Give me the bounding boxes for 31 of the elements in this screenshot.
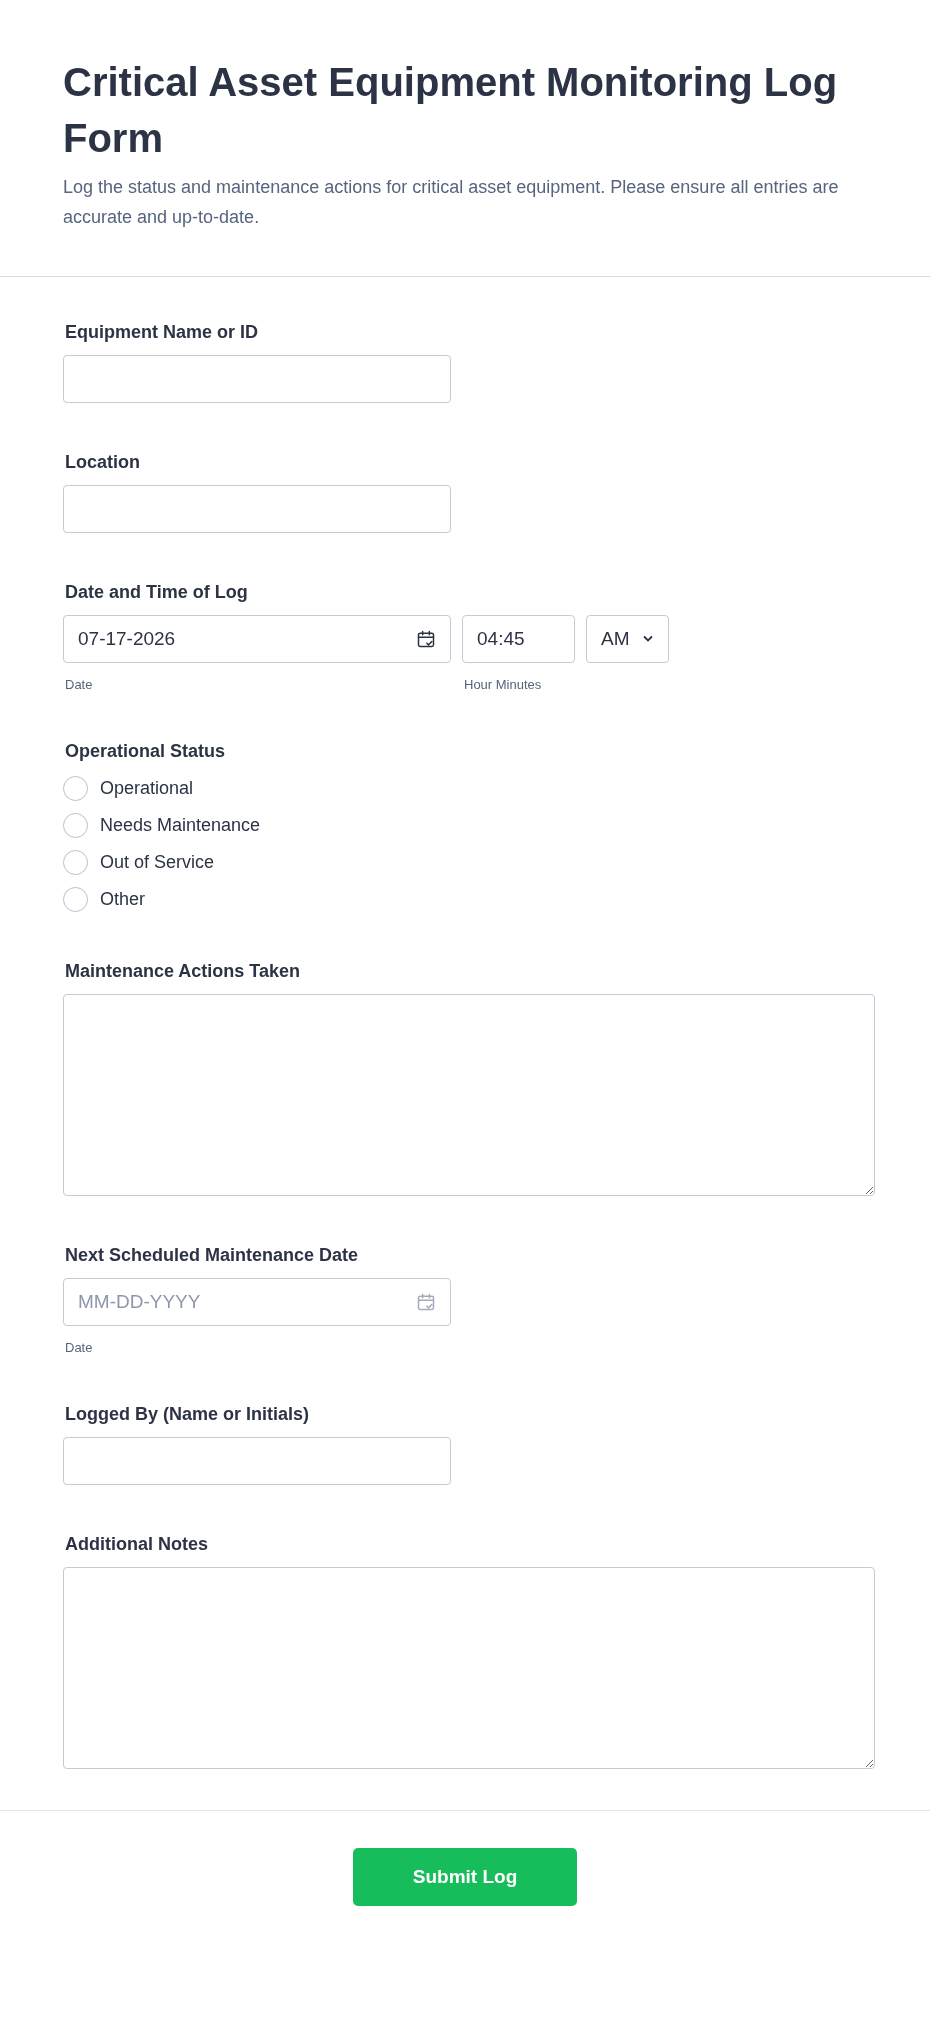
sublabel: Hour Minutes	[464, 677, 543, 692]
sublabel: Date	[65, 1340, 94, 1355]
radio-button[interactable]	[63, 776, 88, 801]
radio-button[interactable]	[63, 887, 88, 912]
field-label: Additional Notes	[65, 1533, 209, 1555]
text-area[interactable]	[63, 994, 875, 1196]
time-input[interactable]: 04:45	[462, 615, 575, 663]
radio-label: Operational	[100, 778, 194, 799]
radio-label: Other	[100, 889, 146, 910]
sublabel: Date	[65, 677, 94, 692]
form-title: Critical Asset Equipment Monitoring Log Form	[63, 59, 839, 162]
text-input[interactable]	[63, 355, 451, 403]
calendar-icon[interactable]	[416, 629, 436, 649]
form-description: Log the status and maintenance actions for critical asset equipment. Please ensure all entries are accurate and up-to-date.	[63, 176, 840, 229]
period-select[interactable]: AM	[586, 615, 669, 663]
field-label: Location	[65, 451, 141, 473]
date-input[interactable]: 07-17-2026	[63, 615, 451, 663]
radio-button[interactable]	[63, 850, 88, 875]
field-label: Maintenance Actions Taken	[65, 960, 302, 982]
text-area[interactable]	[63, 1567, 875, 1769]
radio-label: Out of Service	[100, 852, 215, 873]
field-label: Equipment Name or ID	[65, 321, 260, 343]
field-label: Date and Time of Log	[65, 581, 249, 603]
text-input[interactable]	[63, 1437, 451, 1485]
radio-label: Needs Maintenance	[100, 815, 261, 836]
field-label: Operational Status	[65, 740, 227, 762]
field-label: Next Scheduled Maintenance Date	[65, 1244, 360, 1266]
field-label: Logged By (Name or Initials)	[65, 1403, 311, 1425]
text-input[interactable]	[63, 485, 451, 533]
chevron-down-icon	[642, 635, 654, 643]
radio-button[interactable]	[63, 813, 88, 838]
